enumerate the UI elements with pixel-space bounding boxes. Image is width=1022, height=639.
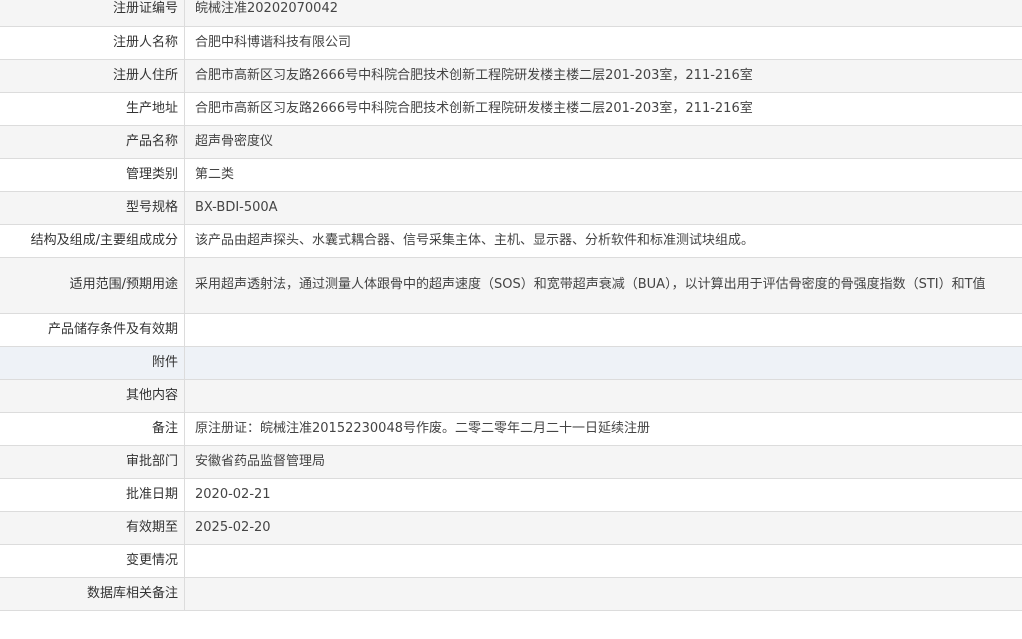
field-row-approval-date: 批准日期 2020-02-21 — [0, 478, 1022, 512]
field-value — [184, 379, 1022, 413]
field-label: 审批部门 — [0, 445, 185, 479]
field-value: 第二类 — [184, 158, 1022, 192]
field-label: 产品名称 — [0, 125, 185, 159]
field-row-other-content: 其他内容 — [0, 379, 1022, 413]
field-label: 注册证编号 — [0, 0, 185, 27]
field-value: BX-BDI-500A — [184, 191, 1022, 225]
field-row-approval-department: 审批部门 安徽省药品监督管理局 — [0, 445, 1022, 479]
field-label: 有效期至 — [0, 511, 185, 545]
registration-record-table: 注册证编号 皖械注准20202070042 注册人名称 合肥中科博谐科技有限公司… — [0, 0, 1022, 611]
field-value: 超声骨密度仪 — [184, 125, 1022, 159]
field-row-product-name: 产品名称 超声骨密度仪 — [0, 125, 1022, 159]
field-row-registrant-name: 注册人名称 合肥中科博谐科技有限公司 — [0, 26, 1022, 60]
field-value — [184, 544, 1022, 578]
field-value — [184, 346, 1022, 380]
field-label: 变更情况 — [0, 544, 185, 578]
field-label: 适用范围/预期用途 — [0, 257, 185, 314]
field-label: 数据库相关备注 — [0, 577, 185, 611]
field-row-remarks: 备注 原注册证：皖械注准20152230048号作废。二零二零年二月二十一日延续… — [0, 412, 1022, 446]
field-value: 原注册证：皖械注准20152230048号作废。二零二零年二月二十一日延续注册 — [184, 412, 1022, 446]
field-label: 注册人名称 — [0, 26, 185, 60]
field-label: 备注 — [0, 412, 185, 446]
field-value: 该产品由超声探头、水囊式耦合器、信号采集主体、主机、显示器、分析软件和标准测试块… — [184, 224, 1022, 258]
field-value: 合肥中科博谐科技有限公司 — [184, 26, 1022, 60]
field-label: 附件 — [0, 346, 185, 380]
field-row-model-spec: 型号规格 BX-BDI-500A — [0, 191, 1022, 225]
field-row-management-category: 管理类别 第二类 — [0, 158, 1022, 192]
field-row-database-notes: 数据库相关备注 — [0, 577, 1022, 611]
field-value: 合肥市高新区习友路2666号中科院合肥技术创新工程院研发楼主楼二层201-203… — [184, 92, 1022, 126]
field-label: 管理类别 — [0, 158, 185, 192]
field-value: 采用超声透射法，通过测量人体跟骨中的超声速度（SOS）和宽带超声衰减（BUA），… — [184, 257, 1022, 314]
field-value: 皖械注准20202070042 — [184, 0, 1022, 27]
field-value: 合肥市高新区习友路2666号中科院合肥技术创新工程院研发楼主楼二层201-203… — [184, 59, 1022, 93]
field-row-production-address: 生产地址 合肥市高新区习友路2666号中科院合肥技术创新工程院研发楼主楼二层20… — [0, 92, 1022, 126]
field-row-structure-composition: 结构及组成/主要组成成分 该产品由超声探头、水囊式耦合器、信号采集主体、主机、显… — [0, 224, 1022, 258]
field-row-valid-until: 有效期至 2025-02-20 — [0, 511, 1022, 545]
field-row-intended-use: 适用范围/预期用途 采用超声透射法，通过测量人体跟骨中的超声速度（SOS）和宽带… — [0, 257, 1022, 314]
field-label: 注册人住所 — [0, 59, 185, 93]
field-row-attachments: 附件 — [0, 346, 1022, 380]
field-value: 2020-02-21 — [184, 478, 1022, 512]
field-row-registration-number: 注册证编号 皖械注准20202070042 — [0, 0, 1022, 27]
field-label: 产品储存条件及有效期 — [0, 313, 185, 347]
field-label: 型号规格 — [0, 191, 185, 225]
field-row-registrant-address: 注册人住所 合肥市高新区习友路2666号中科院合肥技术创新工程院研发楼主楼二层2… — [0, 59, 1022, 93]
field-value: 安徽省药品监督管理局 — [184, 445, 1022, 479]
field-row-change-history: 变更情况 — [0, 544, 1022, 578]
field-value — [184, 577, 1022, 611]
field-label: 生产地址 — [0, 92, 185, 126]
field-label: 其他内容 — [0, 379, 185, 413]
field-value — [184, 313, 1022, 347]
field-label: 批准日期 — [0, 478, 185, 512]
field-row-storage-validity: 产品储存条件及有效期 — [0, 313, 1022, 347]
field-label: 结构及组成/主要组成成分 — [0, 224, 185, 258]
field-value: 2025-02-20 — [184, 511, 1022, 545]
